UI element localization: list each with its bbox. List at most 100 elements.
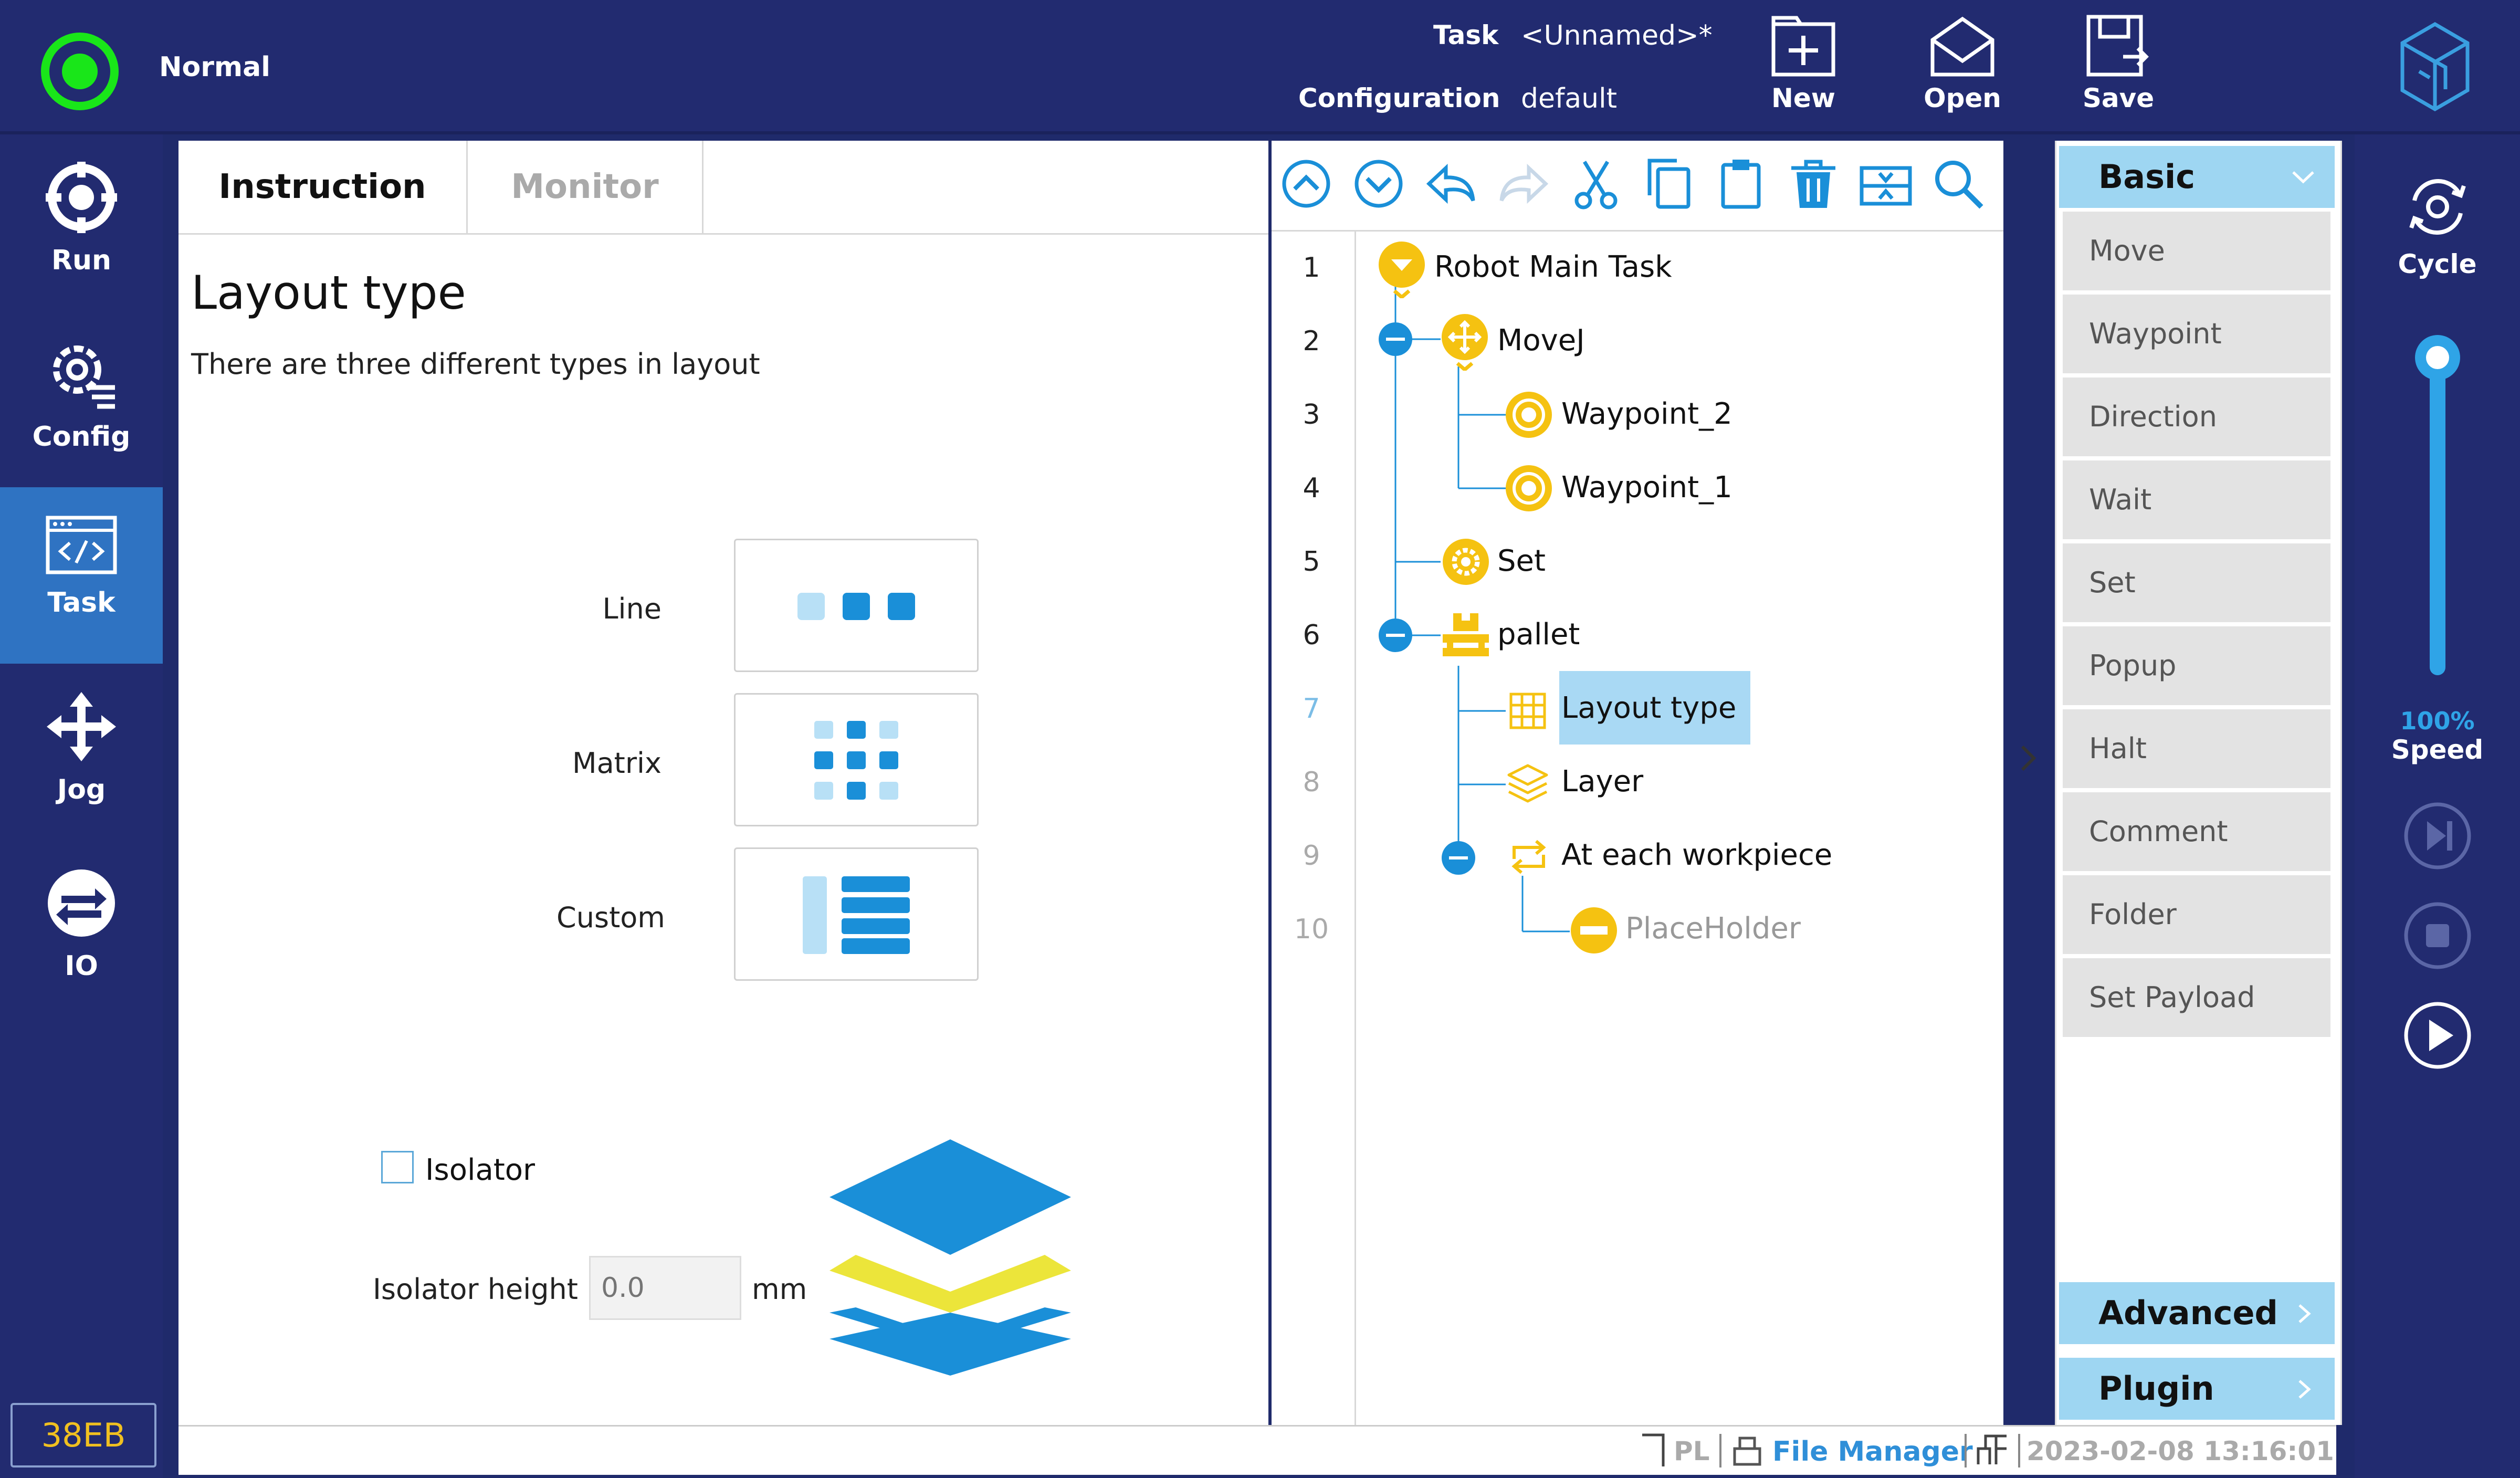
waypoint-icon bbox=[1506, 392, 1552, 438]
config-label: Configuration bbox=[1298, 83, 1500, 113]
pl-status: PL bbox=[1674, 1436, 1710, 1466]
speed-percent: 100% bbox=[2400, 707, 2475, 735]
datetime: 2023-02-08 13:16:01 bbox=[2026, 1436, 2334, 1466]
new-button[interactable]: New bbox=[1751, 15, 1856, 113]
move-icon bbox=[1442, 314, 1488, 371]
new-file-icon bbox=[1771, 16, 1835, 77]
tree-row-4-number: 4 bbox=[1303, 473, 1320, 504]
tree-row-10-label[interactable]: PlaceHolder bbox=[1625, 911, 1801, 946]
play-icon[interactable] bbox=[2402, 1000, 2473, 1071]
basic-category-label: Basic bbox=[2098, 158, 2196, 196]
library-item-comment[interactable]: Comment bbox=[2063, 792, 2330, 871]
library-item-waypoint[interactable]: Waypoint bbox=[2063, 295, 2330, 373]
chevron-right-icon[interactable] bbox=[2015, 742, 2041, 774]
brand-logo-icon bbox=[2400, 22, 2470, 112]
set-gear-icon bbox=[1443, 539, 1489, 585]
isolator-checkbox[interactable] bbox=[381, 1151, 414, 1183]
custom-layout-icon bbox=[803, 876, 910, 954]
open-button[interactable]: Open bbox=[1910, 15, 2015, 113]
device-id-badge: 38EB bbox=[10, 1403, 156, 1467]
tree-row-3-label[interactable]: Waypoint_2 bbox=[1561, 397, 1732, 431]
save-button[interactable]: Save bbox=[2066, 15, 2171, 113]
tab-instruction[interactable]: Instruction bbox=[178, 141, 468, 233]
nav-io[interactable]: IO bbox=[0, 840, 163, 1016]
io-exchange-icon bbox=[48, 869, 115, 937]
task-label: Task bbox=[1433, 20, 1499, 50]
matrix-option-label: Matrix bbox=[572, 747, 662, 780]
tree-row-4-label[interactable]: Waypoint_1 bbox=[1561, 470, 1732, 505]
instruction-description: There are three different types in layou… bbox=[191, 348, 760, 381]
advanced-category-header[interactable]: Advanced bbox=[2059, 1282, 2335, 1344]
speed-slider-track[interactable] bbox=[2430, 339, 2445, 675]
open-envelope-icon bbox=[1930, 16, 1994, 77]
matrix-layout-option[interactable] bbox=[734, 693, 979, 826]
tree-row-1-label[interactable]: Robot Main Task bbox=[1434, 250, 1672, 284]
left-navigation: Run Config Task Jog IO 38EB bbox=[0, 134, 163, 1478]
status-indicator-icon bbox=[41, 33, 119, 110]
save-button-label: Save bbox=[2082, 83, 2155, 113]
library-item-set[interactable]: Set bbox=[2063, 543, 2330, 622]
nav-jog-label: Jog bbox=[57, 774, 106, 805]
nav-io-label: IO bbox=[65, 950, 98, 982]
advanced-category-label: Advanced bbox=[2098, 1294, 2278, 1332]
tree-row-9-label[interactable]: At each workpiece bbox=[1561, 838, 1832, 872]
tab-divider bbox=[178, 233, 1268, 235]
library-item-move[interactable]: Move bbox=[2063, 212, 2330, 290]
nav-task-label: Task bbox=[47, 587, 116, 619]
pallet-icon bbox=[1443, 613, 1489, 656]
nav-task[interactable]: Task bbox=[0, 487, 163, 664]
isolator-label: Isolator bbox=[425, 1153, 536, 1187]
tree-row-8-label[interactable]: Layer bbox=[1561, 764, 1643, 799]
right-rail: Cycle 100% Speed bbox=[2355, 134, 2520, 1478]
custom-layout-option[interactable] bbox=[734, 847, 979, 981]
task-name: <Unnamed>* bbox=[1521, 20, 1713, 51]
basic-category-header[interactable]: Basic bbox=[2059, 146, 2335, 208]
config-name: default bbox=[1521, 83, 1617, 114]
tree-row-6-label[interactable]: pallet bbox=[1497, 617, 1580, 652]
top-header: Normal Task <Unnamed>* Configuration def… bbox=[0, 0, 2520, 134]
isolator-height-input[interactable] bbox=[589, 1256, 741, 1320]
speed-slider-handle[interactable] bbox=[2415, 335, 2460, 380]
nav-jog[interactable]: Jog bbox=[0, 664, 163, 840]
nav-run[interactable]: Run bbox=[0, 134, 163, 311]
library-item-wait[interactable]: Wait bbox=[2063, 460, 2330, 539]
file-manager-link[interactable]: File Manager bbox=[1772, 1436, 1973, 1467]
step-forward-icon[interactable] bbox=[2402, 800, 2473, 872]
tree-row-2-label[interactable]: MoveJ bbox=[1497, 323, 1585, 358]
main-task-icon bbox=[1379, 242, 1425, 298]
line-option-label: Line bbox=[602, 592, 662, 625]
open-button-label: Open bbox=[1924, 83, 2001, 113]
plugin-category-header[interactable]: Plugin bbox=[2059, 1358, 2335, 1420]
stop-icon[interactable] bbox=[2402, 900, 2473, 971]
isolator-height-label: Isolator height bbox=[373, 1273, 578, 1306]
tree-row-10-number: 10 bbox=[1294, 914, 1329, 945]
cycle-label: Cycle bbox=[2398, 249, 2477, 279]
library-item-set-payload[interactable]: Set Payload bbox=[2063, 958, 2330, 1037]
stacked-layers-icon bbox=[830, 1139, 1071, 1376]
config-gear-icon bbox=[53, 345, 115, 409]
cycle-icon[interactable] bbox=[2402, 171, 2473, 243]
tree-row-5-label[interactable]: Set bbox=[1497, 544, 1546, 578]
tree-row-6-number: 6 bbox=[1303, 620, 1320, 651]
status-separator bbox=[1965, 1434, 1967, 1467]
library-item-direction[interactable]: Direction bbox=[2063, 378, 2330, 456]
status-text: Normal bbox=[159, 51, 270, 83]
tab-monitor[interactable]: Monitor bbox=[468, 141, 704, 233]
library-item-popup[interactable]: Popup bbox=[2063, 626, 2330, 705]
line-layout-icon bbox=[797, 593, 915, 620]
tree-row-2-number: 2 bbox=[1303, 326, 1320, 357]
waypoint-icon bbox=[1506, 465, 1552, 511]
library-item-halt[interactable]: Halt bbox=[2063, 709, 2330, 788]
nav-config[interactable]: Config bbox=[0, 311, 163, 487]
library-item-folder[interactable]: Folder bbox=[2063, 875, 2330, 954]
tree-row-7-label[interactable]: Layout type bbox=[1561, 691, 1736, 725]
nav-config-label: Config bbox=[32, 421, 131, 453]
new-button-label: New bbox=[1771, 83, 1835, 113]
layout-grid-icon bbox=[1509, 693, 1546, 729]
custom-option-label: Custom bbox=[556, 901, 665, 934]
jog-arrows-icon bbox=[47, 692, 116, 761]
tree-row-1-number: 1 bbox=[1303, 252, 1320, 284]
plugin-category-label: Plugin bbox=[2098, 1369, 2214, 1408]
line-layout-option[interactable] bbox=[734, 539, 979, 672]
status-bar: PL File Manager 2023-02-08 13:16:01 bbox=[178, 1425, 2336, 1475]
